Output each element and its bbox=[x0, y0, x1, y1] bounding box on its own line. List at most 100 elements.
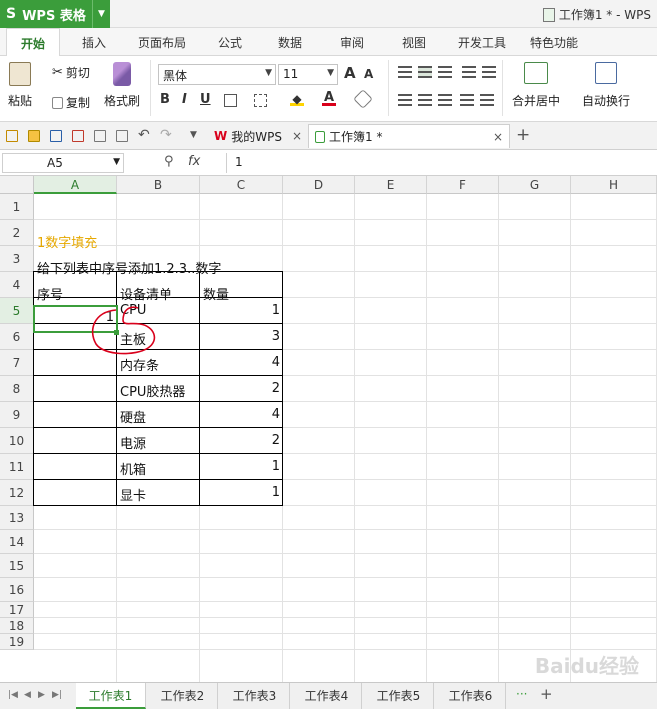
open-folder-icon[interactable] bbox=[28, 130, 40, 142]
row-header-16[interactable]: 16 bbox=[0, 578, 34, 602]
row-header-8[interactable]: 8 bbox=[0, 376, 34, 402]
row-header-17[interactable]: 17 bbox=[0, 602, 34, 618]
row-header-19[interactable]: 19 bbox=[0, 634, 34, 650]
row-header-12[interactable]: 12 bbox=[0, 480, 34, 506]
font-name-select[interactable]: 黑体 ▼ bbox=[158, 64, 276, 85]
align-left-icon[interactable] bbox=[398, 94, 412, 106]
cell-quantity[interactable]: 1 bbox=[200, 485, 280, 500]
print-preview-icon[interactable] bbox=[116, 130, 128, 142]
row-header-11[interactable]: 11 bbox=[0, 454, 34, 480]
font-size-select[interactable]: 11 ▼ bbox=[278, 64, 338, 85]
add-sheet-button[interactable]: + bbox=[540, 685, 553, 703]
column-header-e[interactable]: E bbox=[355, 176, 427, 194]
cell-device-name[interactable]: CPU胶热器 bbox=[117, 381, 185, 400]
align-bottom-icon[interactable] bbox=[438, 66, 452, 78]
column-header-h[interactable]: H bbox=[571, 176, 657, 194]
fill-pattern-icon[interactable] bbox=[254, 94, 267, 107]
header-serial[interactable]: 序号 bbox=[34, 284, 63, 303]
tab-formulas[interactable]: 公式 bbox=[218, 34, 242, 51]
italic-button[interactable]: I bbox=[182, 92, 187, 107]
customize-toolbar-icon[interactable]: ▼ bbox=[190, 130, 197, 140]
zoom-search-icon[interactable]: ⚲ bbox=[164, 154, 174, 169]
increase-font-button[interactable]: A bbox=[344, 64, 356, 82]
new-tab-button[interactable]: + bbox=[516, 125, 530, 145]
app-menu-dropdown-icon[interactable]: ▼ bbox=[92, 0, 110, 28]
tab-insert[interactable]: 插入 bbox=[82, 34, 106, 51]
bold-button[interactable]: B bbox=[160, 92, 170, 107]
print-icon[interactable] bbox=[94, 130, 106, 142]
cell-device-name[interactable]: 机箱 bbox=[117, 459, 146, 478]
tab-home[interactable]: 开始 bbox=[6, 28, 61, 57]
fill-color-icon[interactable]: ◆ bbox=[290, 92, 304, 106]
cell-device-name[interactable]: 显卡 bbox=[117, 485, 146, 504]
cell-device-name[interactable]: 硬盘 bbox=[117, 407, 146, 426]
paste-button[interactable]: 粘贴 bbox=[8, 62, 32, 109]
close-icon[interactable]: × bbox=[493, 130, 503, 144]
tab-developer[interactable]: 开发工具 bbox=[458, 34, 506, 51]
cell-quantity[interactable]: 2 bbox=[200, 381, 280, 396]
new-file-icon[interactable] bbox=[6, 130, 18, 142]
select-all-corner[interactable] bbox=[0, 176, 34, 194]
last-sheet-icon[interactable]: ▶| bbox=[52, 690, 62, 700]
row-header-4[interactable]: 4 bbox=[0, 272, 34, 298]
header-quantity[interactable]: 数量 bbox=[200, 284, 229, 303]
row-header-1[interactable]: 1 bbox=[0, 194, 34, 220]
column-header-f[interactable]: F bbox=[427, 176, 499, 194]
merge-center-button[interactable]: 合并居中 bbox=[512, 62, 560, 109]
app-menu-button[interactable]: S WPS 表格 ▼ bbox=[0, 0, 110, 28]
column-header-d[interactable]: D bbox=[283, 176, 355, 194]
tab-data[interactable]: 数据 bbox=[278, 34, 302, 51]
cell-device-name[interactable]: 电源 bbox=[117, 433, 146, 452]
cell-quantity[interactable]: 4 bbox=[200, 407, 280, 422]
format-painter-button[interactable]: 格式刷 bbox=[104, 62, 140, 109]
row-header-13[interactable]: 13 bbox=[0, 506, 34, 530]
close-icon[interactable]: × bbox=[292, 129, 302, 143]
cell-a2-heading[interactable]: 1数字填充 bbox=[34, 232, 97, 251]
row-header-2[interactable]: 2 bbox=[0, 220, 34, 246]
sheet-tab-5[interactable]: 工作表5 bbox=[364, 683, 434, 709]
sheet-tab-1[interactable]: 工作表1 bbox=[76, 683, 146, 709]
worksheet-grid[interactable]: ABCDEFGH 1 2 3 4 5 6 7 8 9 10 11 12 13 14 15 16 17 18 19 1… bbox=[0, 176, 657, 682]
row-header-6[interactable]: 6 bbox=[0, 324, 34, 350]
sheet-tab-4[interactable]: 工作表4 bbox=[292, 683, 362, 709]
tab-special-features[interactable]: 特色功能 bbox=[530, 34, 578, 51]
font-color-icon[interactable]: A bbox=[322, 90, 336, 106]
row-header-14[interactable]: 14 bbox=[0, 530, 34, 554]
align-center-icon[interactable] bbox=[418, 94, 432, 106]
undo-icon[interactable]: ↶ bbox=[138, 127, 150, 143]
underline-button[interactable]: U bbox=[200, 92, 211, 107]
cell-quantity[interactable]: 1 bbox=[200, 459, 280, 474]
copy-button[interactable]: 复制 bbox=[52, 94, 90, 111]
redo-icon[interactable]: ↷ bbox=[160, 127, 172, 143]
column-header-b[interactable]: B bbox=[117, 176, 200, 194]
tab-view[interactable]: 视图 bbox=[402, 34, 426, 51]
align-right-icon[interactable] bbox=[438, 94, 452, 106]
cut-button[interactable]: ✂ 剪切 bbox=[52, 64, 90, 81]
clear-format-icon[interactable] bbox=[353, 89, 373, 109]
tab-review[interactable]: 审阅 bbox=[340, 34, 364, 51]
cell-quantity[interactable]: 1 bbox=[200, 303, 280, 318]
sheet-tab-6[interactable]: 工作表6 bbox=[436, 683, 506, 709]
justify-icon[interactable] bbox=[460, 94, 474, 106]
row-header-10[interactable]: 10 bbox=[0, 428, 34, 454]
header-device-list[interactable]: 设备清单 bbox=[117, 284, 172, 303]
sheet-tab-2[interactable]: 工作表2 bbox=[148, 683, 218, 709]
next-sheet-icon[interactable]: ▶ bbox=[38, 690, 45, 700]
name-box[interactable]: A5 ▼ bbox=[2, 153, 124, 173]
save-icon[interactable] bbox=[50, 130, 62, 142]
tab-page-layout[interactable]: 页面布局 bbox=[138, 34, 186, 51]
column-header-c[interactable]: C bbox=[200, 176, 283, 194]
more-sheets-icon[interactable]: ··· bbox=[516, 687, 527, 701]
formula-input[interactable]: 1 bbox=[226, 153, 654, 173]
row-header-15[interactable]: 15 bbox=[0, 554, 34, 578]
row-header-7[interactable]: 7 bbox=[0, 350, 34, 376]
first-sheet-icon[interactable]: |◀ bbox=[8, 690, 18, 700]
column-header-a[interactable]: A bbox=[34, 176, 117, 194]
row-header-5[interactable]: 5 bbox=[0, 298, 34, 324]
export-pdf-icon[interactable] bbox=[72, 130, 84, 142]
borders-icon[interactable] bbox=[224, 94, 237, 107]
row-header-9[interactable]: 9 bbox=[0, 402, 34, 428]
cell-quantity[interactable]: 3 bbox=[200, 329, 280, 344]
cell-a3-instruction[interactable]: 给下列表中序号添加1.2.3..数字 bbox=[34, 258, 221, 277]
align-middle-icon[interactable] bbox=[418, 66, 432, 78]
